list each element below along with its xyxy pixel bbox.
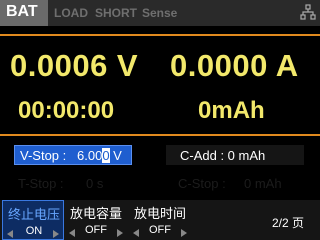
mode-indicator[interactable]: BAT [0,0,48,26]
vstop-field[interactable]: V-Stop : 6.000 V [14,145,132,165]
cadd-field[interactable]: C-Add : 0 mAh [166,145,304,165]
voltage-reading: 0.0006 V [10,48,139,83]
cadd-label: C-Add : 0 mAh [180,148,266,163]
vstop-value-digits: 6.00 [77,148,103,163]
vstop-value[interactable]: 6.000 V [77,148,122,163]
mode-label: BAT [6,3,38,20]
divider-mid [0,134,320,136]
tstop-label: T-Stop : [18,176,64,191]
tstop-value: 0 s [86,176,104,191]
arrow-right-icon [53,230,59,238]
softkey-discharge-capacity[interactable]: 放电容量 OFF [65,200,127,240]
network-icon [300,4,316,20]
divider-top [0,34,320,36]
status-bar: BAT LOAD SHORT Sense [0,0,320,26]
cstop-value: 0 mAh [244,176,282,191]
arrow-right-icon [181,229,187,237]
softkey-title: 放电容量 [69,206,122,221]
current-reading: 0.0000 A [170,48,299,83]
tab-sense[interactable]: Sense [142,6,177,20]
capacity-reading: 0mAh [198,97,265,124]
tab-short[interactable]: SHORT [95,6,137,20]
softkey-discharge-time[interactable]: 放电时间 OFF [129,200,191,240]
edit-cursor: 0 [102,148,110,163]
softkey-title: 放电时间 [133,206,186,221]
tab-load[interactable]: LOAD [54,6,88,20]
softkey-stop-voltage[interactable]: 终止电压 ON [2,200,64,240]
arrow-right-icon [117,229,123,237]
page-indicator[interactable]: 2/2 页 [272,214,304,231]
time-reading: 00:00:00 [18,97,115,124]
vstop-label: V-Stop : [20,148,67,163]
softkey-title: 终止电压 [7,207,60,222]
vstop-unit: V [109,148,122,163]
cstop-label: C-Stop : [178,176,226,191]
